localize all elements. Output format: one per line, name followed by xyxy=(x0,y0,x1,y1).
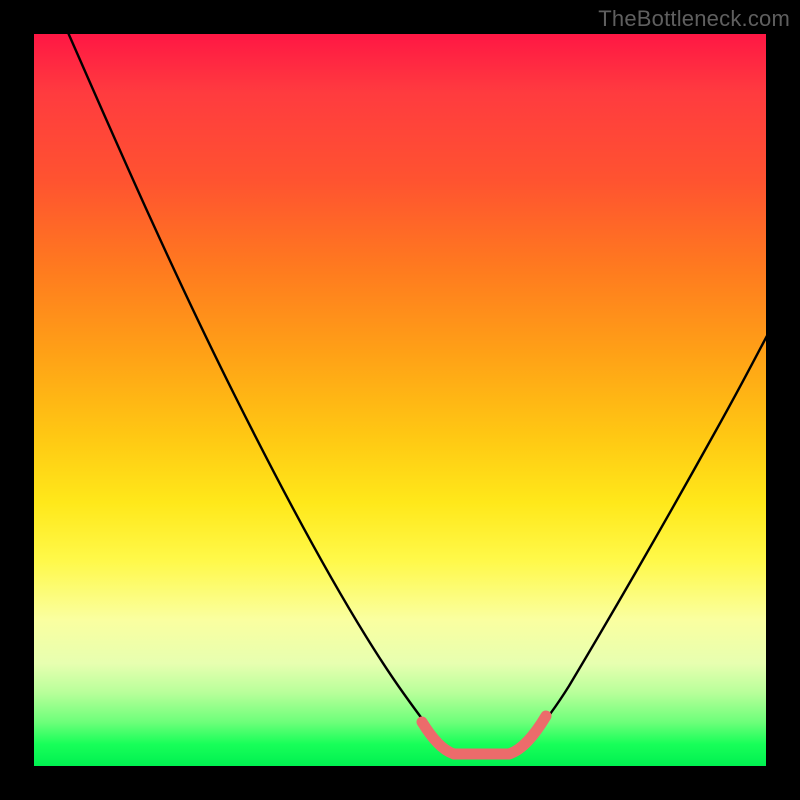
watermark-text: TheBottleneck.com xyxy=(598,6,790,32)
bottleneck-curve xyxy=(66,28,770,752)
chart-frame: TheBottleneck.com xyxy=(0,0,800,800)
optimal-zone-highlight xyxy=(422,716,546,754)
bottleneck-curve-svg xyxy=(34,34,766,766)
plot-area xyxy=(34,34,766,766)
